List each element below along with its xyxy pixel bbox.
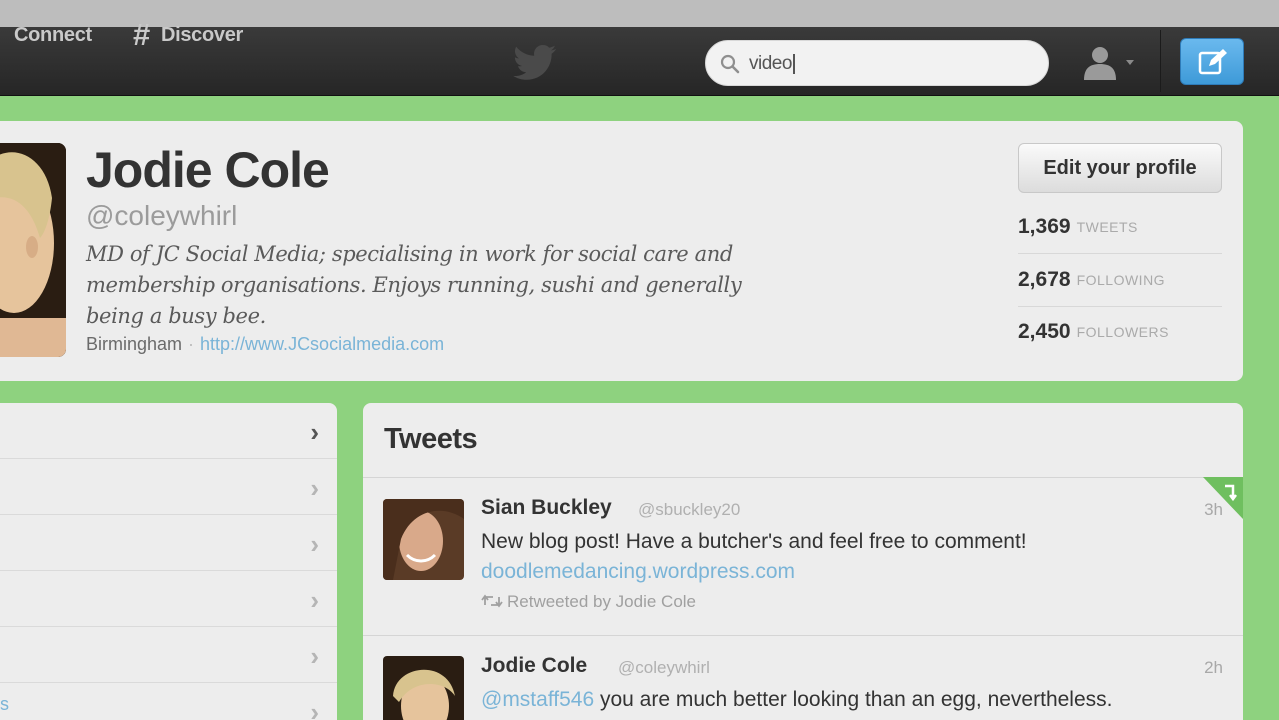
search-input[interactable]: video bbox=[749, 53, 795, 75]
sidebar-item[interactable]: › bbox=[0, 571, 337, 627]
tweet-link[interactable]: doodlemedancing.wordpress.com bbox=[481, 560, 795, 584]
bio-line: membership organisations. Enjoys running… bbox=[86, 273, 742, 297]
tweets-heading: Tweets bbox=[384, 423, 478, 455]
stat-following-label: FOLLOWING bbox=[1076, 272, 1166, 288]
tweet-avatar-photo bbox=[383, 499, 464, 580]
stat-tweets-value: 1,369 bbox=[1018, 215, 1071, 238]
search-field[interactable]: video bbox=[705, 40, 1049, 86]
stat-tweets-label: TWEETS bbox=[1076, 219, 1138, 235]
profile-location-row: Birmingham · http://www.JCsocialmedia.com bbox=[86, 334, 444, 355]
profile-url-link[interactable]: http://www.JCsocialmedia.com bbox=[200, 334, 444, 354]
tweet-text: @mstaff546 you are much better looking t… bbox=[481, 688, 1112, 712]
tweet-text-body: you are much better looking than an egg,… bbox=[594, 688, 1113, 711]
user-menu-icon[interactable] bbox=[1080, 44, 1142, 82]
profile-handle[interactable]: @coleywhirl bbox=[86, 200, 237, 232]
tweet-timestamp[interactable]: 2h bbox=[1204, 658, 1223, 678]
bio-line: being a busy bee. bbox=[86, 304, 266, 328]
twitter-bird-icon[interactable] bbox=[512, 43, 558, 81]
search-query-text: video bbox=[749, 53, 792, 74]
nav-connect-label: Connect bbox=[14, 23, 92, 46]
navbar-divider bbox=[1160, 30, 1161, 92]
chevron-right-icon: › bbox=[310, 641, 319, 671]
stat-followers-label: FOLLOWERS bbox=[1076, 324, 1169, 340]
tweet-divider bbox=[363, 635, 1243, 636]
retweeted-by-label: Retweeted by Jodie Cole bbox=[507, 592, 697, 611]
compose-tweet-button[interactable] bbox=[1180, 38, 1244, 85]
sidebar-item[interactable]: › bbox=[0, 683, 337, 720]
compose-icon bbox=[1198, 49, 1227, 75]
hash-icon: # bbox=[133, 17, 150, 52]
search-icon bbox=[720, 54, 740, 74]
stat-followers-value: 2,450 bbox=[1018, 320, 1071, 343]
chevron-right-icon: › bbox=[310, 585, 319, 615]
tweet-author-handle[interactable]: @coleywhirl bbox=[618, 658, 710, 678]
profile-location: Birmingham bbox=[86, 334, 183, 354]
chevron-right-icon: › bbox=[310, 529, 319, 559]
tweets-header-divider bbox=[363, 477, 1243, 478]
profile-name: Jodie Cole bbox=[86, 142, 330, 198]
retweet-icon bbox=[481, 594, 503, 608]
chevron-right-icon: › bbox=[310, 417, 319, 447]
stat-following[interactable]: 2,678 FOLLOWING bbox=[1018, 254, 1222, 306]
tweet-timestamp[interactable]: 3h bbox=[1204, 500, 1223, 520]
sidebar-partial-link[interactable]: s bbox=[0, 694, 9, 715]
tweet-mention-link[interactable]: @mstaff546 bbox=[481, 688, 594, 711]
tweet-avatar[interactable] bbox=[383, 499, 464, 580]
tweet-text: New blog post! Have a butcher's and feel… bbox=[481, 530, 1027, 553]
tweet-avatar[interactable] bbox=[383, 656, 464, 720]
sidebar-item[interactable]: › bbox=[0, 459, 337, 515]
stat-following-value: 2,678 bbox=[1018, 268, 1071, 291]
profile-photo bbox=[0, 143, 66, 357]
sidebar-item[interactable]: › bbox=[0, 403, 337, 459]
sidebar-item[interactable]: › bbox=[0, 627, 337, 683]
chevron-right-icon: › bbox=[310, 697, 319, 720]
nav-discover-label: Discover bbox=[160, 23, 244, 46]
chevron-right-icon: › bbox=[310, 473, 319, 503]
stat-tweets[interactable]: 1,369 TWEETS bbox=[1018, 201, 1222, 253]
tweet-author-name[interactable]: Sian Buckley bbox=[481, 496, 612, 520]
stat-followers[interactable]: 2,450 FOLLOWERS bbox=[1018, 306, 1222, 358]
sidebar-item[interactable]: › bbox=[0, 515, 337, 571]
tweet-author-handle[interactable]: @sbuckley20 bbox=[638, 500, 740, 520]
edit-profile-button[interactable]: Edit your profile bbox=[1018, 143, 1222, 193]
retweeted-by[interactable]: Retweeted by Jodie Cole bbox=[481, 592, 696, 612]
text-caret bbox=[792, 53, 795, 74]
bio-line: MD of JC Social Media; specialising in w… bbox=[86, 242, 733, 266]
nav-discover[interactable]: # Discover bbox=[133, 17, 244, 52]
location-separator: · bbox=[188, 334, 195, 354]
tweet-author-name[interactable]: Jodie Cole bbox=[481, 654, 587, 678]
tweet-avatar-photo bbox=[383, 656, 464, 720]
nav-connect[interactable]: Connect bbox=[14, 21, 92, 49]
profile-bio: MD of JC Social Media; specialising in w… bbox=[86, 239, 746, 332]
profile-avatar[interactable] bbox=[0, 143, 66, 357]
